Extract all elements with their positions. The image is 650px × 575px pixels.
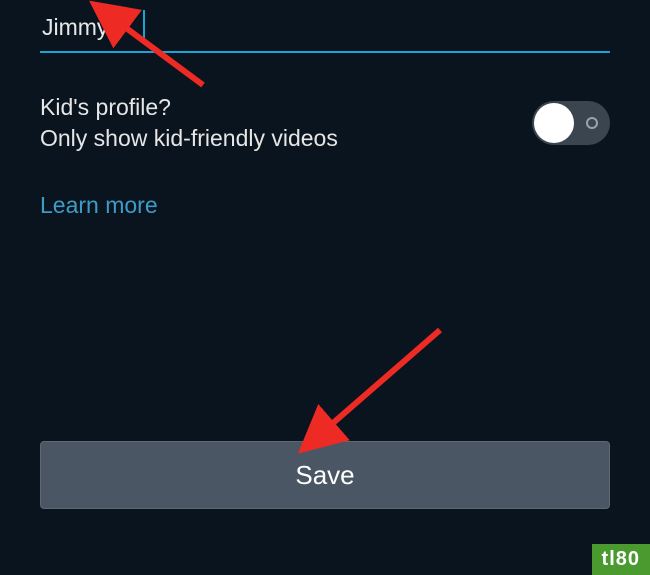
profile-name-input[interactable] <box>40 8 610 53</box>
kids-profile-row: Kid's profile? Only show kid-friendly vi… <box>40 92 610 154</box>
kids-profile-toggle[interactable] <box>532 101 610 145</box>
watermark-text: tl80 <box>602 548 640 570</box>
annotation-arrow-icon <box>280 320 460 460</box>
kids-profile-label: Kid's profile? Only show kid-friendly vi… <box>40 92 338 154</box>
toggle-knob <box>534 103 574 143</box>
toggle-off-indicator-icon <box>586 117 598 129</box>
save-button[interactable]: Save <box>40 441 610 509</box>
save-button-label: Save <box>295 460 354 491</box>
profile-settings-screen: Kid's profile? Only show kid-friendly vi… <box>0 0 650 575</box>
kids-profile-line1: Kid's profile? <box>40 92 338 123</box>
text-cursor-indicator <box>143 10 145 40</box>
kids-profile-line2: Only show kid-friendly videos <box>40 123 338 154</box>
name-field-wrapper <box>40 8 610 53</box>
watermark-badge: tl80 <box>592 544 650 575</box>
learn-more-link[interactable]: Learn more <box>40 192 158 219</box>
